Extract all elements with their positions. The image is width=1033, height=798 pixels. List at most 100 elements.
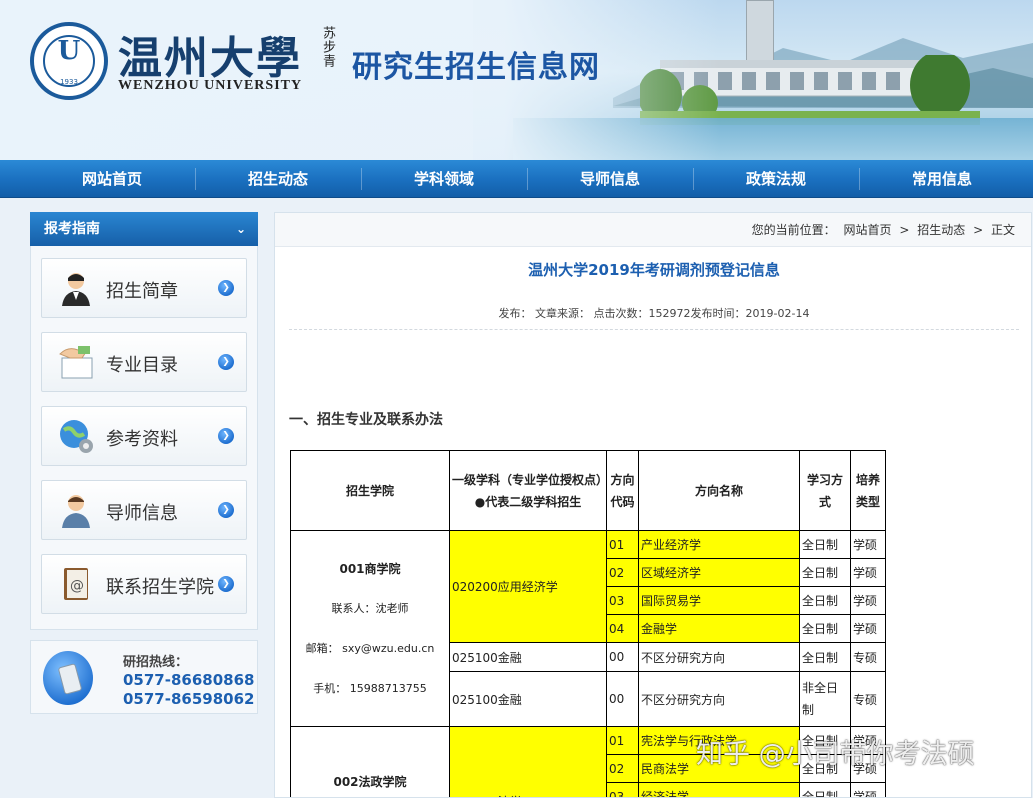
sidebar-item-label: 专业目录	[106, 355, 178, 376]
arrow-right-icon: ❯	[218, 576, 234, 592]
university-seal-logo: U 1933	[30, 22, 108, 100]
dir-code: 03	[606, 782, 639, 797]
dir-code: 02	[606, 558, 639, 587]
dir-code: 01	[606, 726, 639, 755]
user-icon	[62, 273, 90, 306]
dir-code: 02	[606, 754, 639, 783]
hotline-number-1: 0577-86680868	[123, 671, 255, 689]
college-phone: 手机： 15988713755	[313, 681, 427, 695]
university-name-cn: 温州大學	[118, 33, 302, 84]
dir-name: 金融学	[638, 614, 800, 643]
article-meta: 发布： 文章来源： 点击次数：152972发布时间：2019-02-14	[498, 307, 810, 320]
study-mode: 全日制	[799, 586, 851, 615]
dir-name: 不区分研究方向	[638, 642, 800, 672]
college-contact: 联系人：沈老师	[331, 601, 409, 615]
college-name: 001商学院	[339, 561, 401, 576]
col-header-college: 招生学院	[290, 450, 450, 531]
discipline-cell: 025100金融	[449, 642, 607, 672]
section-heading: 一、招生专业及联系办法	[289, 412, 443, 428]
svg-text:@: @	[70, 578, 84, 594]
college-name: 002法政学院	[333, 774, 407, 789]
nav-policies[interactable]: 政策法规	[693, 160, 859, 198]
nav-common-info[interactable]: 常用信息	[859, 160, 1025, 198]
study-mode: 非全日制	[799, 671, 851, 727]
watermark-text: 知乎 @小司带你考法硕	[696, 739, 975, 770]
study-mode: 全日制	[799, 614, 851, 643]
hotline-box: 研招热线： 0577-86680868 0577-86598062	[30, 640, 258, 714]
sidebar-item-supervisors[interactable]: 导师信息 ❯	[41, 480, 247, 540]
col-header-dir-code: 方向代码	[606, 450, 639, 531]
phone-icon	[43, 651, 93, 705]
sidebar-item-references[interactable]: 参考资料 ❯	[41, 406, 247, 466]
nav-admission-news[interactable]: 招生动态	[195, 160, 361, 198]
study-mode: 全日制	[799, 530, 851, 559]
hotline-number-2: 0577-86598062	[123, 690, 255, 708]
train-type: 学硕	[850, 558, 886, 587]
article-panel: 您的当前位置： 网站首页 > 招生动态 > 正文 温州大学2019年考研调剂预登…	[274, 212, 1032, 798]
college-cell: 001商学院 联系人：沈老师 邮箱： sxy@wzu.edu.cn 手机： 15…	[290, 530, 450, 727]
table-header-row: 招生学院 一级学科（专业学位授权点） ●代表二级学科招生 方向代码 方向名称 学…	[290, 450, 886, 531]
sidebar-item-label: 联系招生学院	[106, 577, 214, 598]
sidebar-item-admission-guide[interactable]: 招生简章 ❯	[41, 258, 247, 318]
train-type: 学硕	[850, 586, 886, 615]
col-header-train-type: 培养类型	[850, 450, 886, 531]
breadcrumb-separator: >	[973, 223, 984, 237]
arrow-right-icon: ❯	[218, 354, 234, 370]
discipline-cell: 030100法学	[449, 726, 607, 797]
divider	[289, 329, 1019, 330]
dir-name: 不区分研究方向	[638, 671, 800, 727]
sidebar-item-contact-college[interactable]: @ 联系招生学院 ❯	[41, 554, 247, 614]
dir-code: 00	[606, 671, 639, 727]
study-mode: 全日制	[799, 642, 851, 672]
dir-name: 国际贸易学	[638, 586, 800, 615]
teacher-icon	[62, 495, 90, 528]
sidebar-item-label: 招生简章	[106, 281, 178, 302]
article-title: 温州大学2019年考研调剂预登记信息	[528, 261, 780, 279]
breadcrumb-home[interactable]: 网站首页	[844, 223, 892, 237]
header-banner: U 1933 温州大學 苏步青 WENZHOU UNIVERSITY 研究生招生…	[0, 0, 1033, 160]
nav-home[interactable]: 网站首页	[29, 160, 195, 198]
breadcrumb-separator: >	[899, 223, 910, 237]
discipline-cell: 020200应用经济学	[449, 530, 607, 643]
train-type: 专硕	[850, 671, 886, 727]
dir-code: 03	[606, 586, 639, 615]
sidebar-item-label: 参考资料	[106, 429, 178, 450]
nav-supervisors[interactable]: 导师信息	[527, 160, 693, 198]
main-nav: 网站首页 招生动态 学科领域 导师信息 政策法规 常用信息	[0, 160, 1033, 198]
card-hand-icon	[59, 346, 93, 379]
sidebar-item-label: 导师信息	[106, 503, 178, 524]
study-mode: 全日制	[799, 558, 851, 587]
sidebar-item-major-catalog[interactable]: 专业目录 ❯	[41, 332, 247, 392]
sidebar-title: 报考指南	[44, 221, 100, 237]
address-book-icon: @	[64, 568, 88, 600]
sidebar-menu: 招生简章 ❯ 专业目录 ❯ 参考资料 ❯ 导师信息 ❯ @ 联系招生学院 ❯	[30, 246, 258, 630]
college-email: 邮箱： sxy@wzu.edu.cn	[305, 641, 435, 655]
col-header-dir-name: 方向名称	[638, 450, 800, 531]
dir-name: 经济法学	[638, 782, 800, 797]
breadcrumb-admission-news[interactable]: 招生动态	[917, 223, 965, 237]
train-type: 专硕	[850, 642, 886, 672]
breadcrumb-prefix: 您的当前位置：	[751, 223, 836, 237]
site-title: 研究生招生信息网	[352, 50, 600, 85]
college-cell: 002法政学院	[290, 726, 450, 797]
dir-code: 04	[606, 614, 639, 643]
dir-name: 产业经济学	[638, 530, 800, 559]
calligraphy-signature: 苏步青	[320, 26, 335, 68]
table-row: 001商学院 联系人：沈老师 邮箱： sxy@wzu.edu.cn 手机： 15…	[290, 530, 886, 727]
chevron-down-icon: ⌄	[235, 222, 246, 236]
dir-code: 01	[606, 530, 639, 559]
breadcrumb-bar: 您的当前位置： 网站首页 > 招生动态 > 正文	[275, 213, 1031, 247]
nav-disciplines[interactable]: 学科领域	[361, 160, 527, 198]
train-type: 学硕	[850, 614, 886, 643]
sidebar-header[interactable]: 报考指南 ⌄	[30, 212, 258, 246]
globe-gear-icon	[60, 420, 93, 453]
arrow-right-icon: ❯	[218, 428, 234, 444]
hotline-label: 研招热线：	[123, 655, 189, 670]
dir-name: 区域经济学	[638, 558, 800, 587]
breadcrumb: 您的当前位置： 网站首页 > 招生动态 > 正文	[750, 213, 1017, 247]
seal-year: 1933	[60, 78, 78, 86]
study-mode: 全日制	[799, 782, 851, 797]
arrow-right-icon: ❯	[218, 502, 234, 518]
breadcrumb-current: 正文	[990, 223, 1015, 237]
arrow-right-icon: ❯	[218, 280, 234, 296]
